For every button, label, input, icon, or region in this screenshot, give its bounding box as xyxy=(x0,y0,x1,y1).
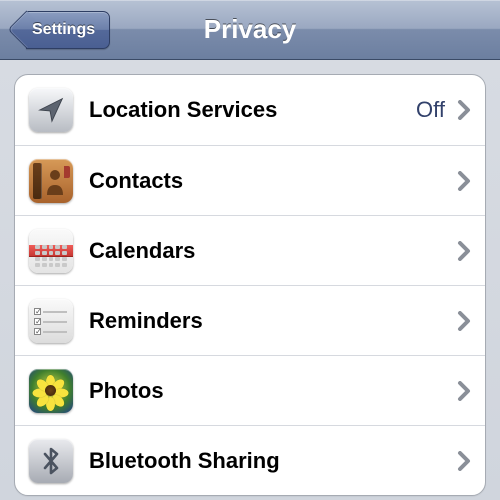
row-contacts[interactable]: Contacts xyxy=(15,145,485,215)
location-arrow-icon xyxy=(29,88,73,132)
row-label: Bluetooth Sharing xyxy=(89,448,457,474)
chevron-right-icon xyxy=(457,381,471,401)
sunflower-photos-icon xyxy=(29,369,73,413)
row-label: Location Services xyxy=(89,97,416,123)
row-reminders[interactable]: Reminders xyxy=(15,285,485,355)
back-button[interactable]: Settings xyxy=(26,11,110,49)
content-area: Location Services Off Contacts Calendars xyxy=(0,60,500,500)
calendar-icon xyxy=(29,229,73,273)
chevron-right-icon xyxy=(457,171,471,191)
row-value: Off xyxy=(416,97,445,123)
row-label: Photos xyxy=(89,378,457,404)
chevron-right-icon xyxy=(457,241,471,261)
row-label: Reminders xyxy=(89,308,457,334)
row-location-services[interactable]: Location Services Off xyxy=(15,75,485,145)
row-label: Calendars xyxy=(89,238,457,264)
chevron-right-icon xyxy=(457,311,471,331)
back-button-label: Settings xyxy=(32,21,95,39)
row-calendars[interactable]: Calendars xyxy=(15,215,485,285)
bluetooth-icon xyxy=(29,439,73,483)
navigation-bar: Settings Privacy xyxy=(0,0,500,60)
chevron-right-icon xyxy=(457,100,471,120)
chevron-right-icon xyxy=(457,451,471,471)
row-bluetooth-sharing[interactable]: Bluetooth Sharing xyxy=(15,425,485,495)
contacts-book-icon xyxy=(29,159,73,203)
row-label: Contacts xyxy=(89,168,457,194)
row-photos[interactable]: Photos xyxy=(15,355,485,425)
settings-group: Location Services Off Contacts Calendars xyxy=(14,74,486,496)
reminders-list-icon xyxy=(29,299,73,343)
